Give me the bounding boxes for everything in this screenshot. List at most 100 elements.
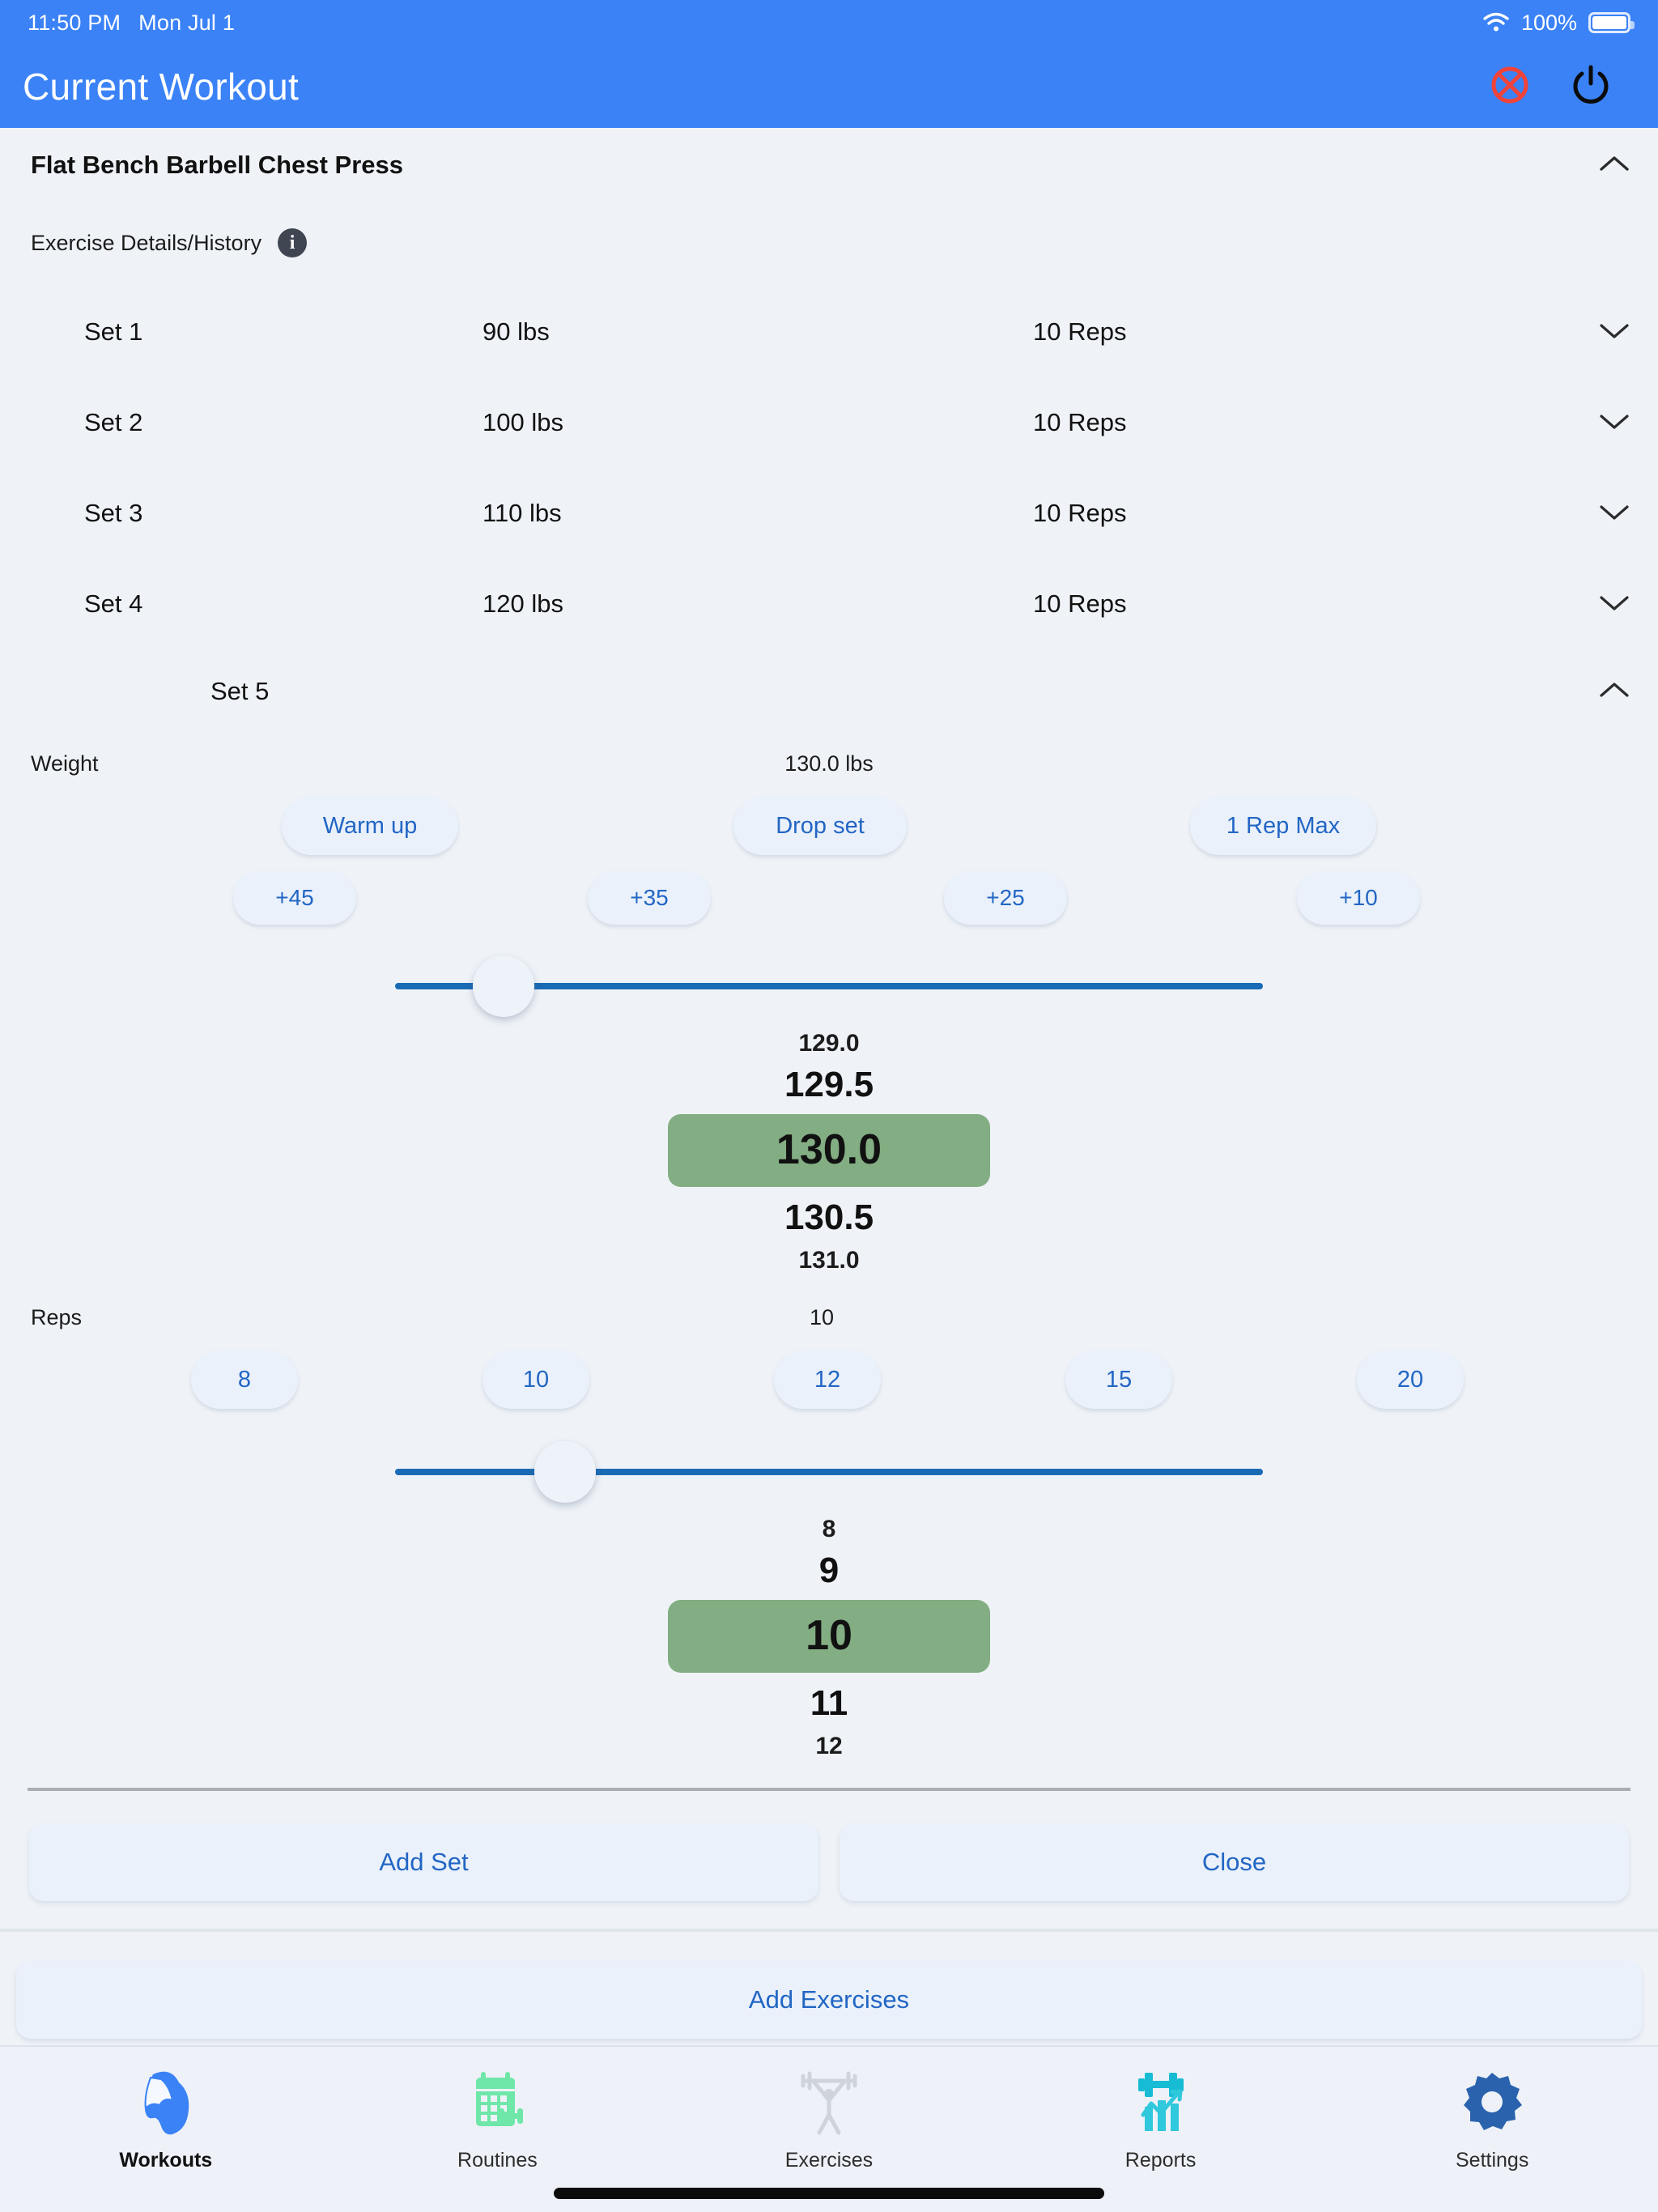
exercise-details-label: Exercise Details/History — [31, 230, 262, 255]
active-set-name: Set 5 — [210, 677, 270, 705]
cancel-circle-x-icon[interactable] — [1488, 63, 1532, 111]
tab-routines[interactable]: Routines — [332, 2065, 664, 2172]
reps-option-below-near[interactable]: 11 — [0, 1686, 1658, 1721]
set-weight: 110 lbs — [483, 499, 562, 527]
battery-icon — [1588, 12, 1635, 33]
tab-label: Reports — [1124, 2149, 1197, 2172]
increment-45-button[interactable]: +45 — [233, 871, 356, 925]
tab-label: Workouts — [119, 2149, 213, 2172]
reps-slider-thumb[interactable] — [534, 1441, 596, 1503]
weight-option-above-near[interactable]: 129.5 — [0, 1067, 1658, 1103]
tab-label: Exercises — [784, 2149, 874, 2172]
set-name: Set 4 — [84, 589, 143, 618]
exercise-details-history[interactable]: Exercise Details/History i — [0, 180, 1658, 257]
chevron-down-icon[interactable] — [1582, 592, 1630, 617]
muscle-arm-icon — [129, 2065, 203, 2139]
reps-picker[interactable]: 8 9 10 11 12 — [0, 1517, 1658, 1759]
battery-percent: 100% — [1520, 10, 1577, 35]
status-time: 11:50 PM — [28, 10, 121, 35]
tab-exercises[interactable]: Exercises — [663, 2065, 995, 2172]
set-actions: Add Set Close — [0, 1791, 1658, 1901]
page-title: Current Workout — [23, 66, 300, 108]
reps-20-button[interactable]: 20 — [1357, 1351, 1464, 1409]
exercise-header[interactable]: Flat Bench Barbell Chest Press — [0, 128, 1658, 180]
weight-picker[interactable]: 129.0 129.5 130.0 130.5 131.0 — [0, 1032, 1658, 1273]
table-row[interactable]: Set 3 110 lbs 10 Reps — [0, 468, 1658, 559]
reps-field-header: Reps 10 — [0, 1305, 1658, 1351]
nav-actions — [1488, 63, 1635, 111]
table-row[interactable]: Set 4 120 lbs 10 Reps — [0, 559, 1658, 649]
reps-15-button[interactable]: 15 — [1065, 1351, 1172, 1409]
add-exercises-button[interactable]: Add Exercises — [16, 1961, 1642, 2039]
set-weight: 100 lbs — [483, 408, 563, 436]
drop-set-button[interactable]: Drop set — [733, 797, 907, 855]
set-reps: 10 Reps — [1033, 499, 1127, 527]
calendar-dumbbell-icon — [460, 2065, 534, 2139]
reps-option-above-far[interactable]: 8 — [0, 1517, 1658, 1542]
one-rep-max-button[interactable]: 1 Rep Max — [1190, 797, 1376, 855]
reps-option-selected[interactable]: 10 — [668, 1600, 990, 1673]
status-bar: 11:50 PM Mon Jul 1 100% — [0, 0, 1658, 45]
weight-slider-thumb[interactable] — [473, 955, 534, 1017]
add-set-button[interactable]: Add Set — [29, 1823, 818, 1901]
chevron-down-icon[interactable] — [1582, 410, 1630, 436]
set-list: Set 1 90 lbs 10 Reps Set 2 100 lbs 10 Re… — [0, 287, 1658, 734]
table-row[interactable]: Set 1 90 lbs 10 Reps — [0, 287, 1658, 377]
weightlifter-icon — [792, 2065, 866, 2139]
chevron-up-icon[interactable] — [1598, 153, 1630, 178]
tab-label: Settings — [1456, 2149, 1529, 2172]
reps-8-button[interactable]: 8 — [191, 1351, 298, 1409]
weight-increment-buttons: +45 +35 +25 +10 — [0, 871, 1658, 942]
exercise-name: Flat Bench Barbell Chest Press — [31, 151, 403, 179]
reps-slider-track[interactable] — [395, 1469, 1263, 1475]
reps-option-below-far[interactable]: 12 — [0, 1734, 1658, 1759]
reps-value: 10 — [809, 1305, 835, 1329]
weight-value: 130.0 lbs — [784, 751, 874, 776]
close-button[interactable]: Close — [840, 1823, 1629, 1901]
power-icon[interactable] — [1569, 63, 1613, 111]
gear-icon — [1455, 2065, 1529, 2139]
tab-settings[interactable]: Settings — [1326, 2065, 1658, 2172]
chevron-up-icon[interactable] — [1582, 679, 1630, 704]
table-row[interactable]: Set 2 100 lbs 10 Reps — [0, 377, 1658, 468]
increment-35-button[interactable]: +35 — [588, 871, 711, 925]
tab-reports[interactable]: Reports — [995, 2065, 1327, 2172]
app-screen: 11:50 PM Mon Jul 1 100% Current Workout — [0, 0, 1658, 2212]
set-weight: 90 lbs — [483, 317, 550, 346]
status-date: Mon Jul 1 — [138, 10, 236, 35]
weight-option-below-far[interactable]: 131.0 — [0, 1249, 1658, 1273]
navigation-bar: Current Workout — [0, 45, 1658, 128]
home-indicator — [554, 2188, 1104, 2199]
reps-12-button[interactable]: 12 — [774, 1351, 881, 1409]
increment-10-button[interactable]: +10 — [1297, 871, 1420, 925]
active-set-row[interactable]: Set 5 — [0, 649, 1658, 734]
status-bar-left: 11:50 PM Mon Jul 1 — [28, 11, 235, 36]
weight-option-selected[interactable]: 130.0 — [668, 1114, 990, 1187]
tab-bar: Workouts Routines Exercises Reports Sett… — [0, 2045, 1658, 2212]
workout-content: Flat Bench Barbell Chest Press Exercise … — [0, 128, 1658, 2039]
set-name: Set 2 — [84, 408, 143, 436]
weight-slider[interactable] — [0, 942, 1658, 1032]
increment-25-button[interactable]: +25 — [944, 871, 1067, 925]
tab-workouts[interactable]: Workouts — [0, 2065, 332, 2172]
reps-option-above-near[interactable]: 9 — [0, 1553, 1658, 1589]
warm-up-button[interactable]: Warm up — [282, 797, 458, 855]
bar-chart-barbell-icon — [1124, 2065, 1198, 2139]
tab-label: Routines — [457, 2149, 538, 2172]
weight-option-above-far[interactable]: 129.0 — [0, 1032, 1658, 1056]
weight-option-below-near[interactable]: 130.5 — [0, 1200, 1658, 1236]
reps-slider[interactable] — [0, 1428, 1658, 1517]
weight-field-header: Weight 130.0 lbs — [0, 751, 1658, 797]
weight-preset-buttons: Warm up Drop set 1 Rep Max — [0, 797, 1658, 871]
info-icon[interactable]: i — [278, 228, 308, 257]
set-reps: 10 Reps — [1033, 317, 1127, 346]
reps-quick-buttons: 8 10 12 15 20 — [0, 1351, 1658, 1428]
status-bar-right: 100% — [1482, 10, 1635, 36]
set-name: Set 1 — [84, 317, 143, 346]
chevron-down-icon[interactable] — [1582, 501, 1630, 526]
set-reps: 10 Reps — [1033, 589, 1127, 618]
reps-10-button[interactable]: 10 — [483, 1351, 589, 1409]
add-exercises-container: Add Exercises — [0, 1932, 1658, 2039]
set-reps: 10 Reps — [1033, 408, 1127, 436]
chevron-down-icon[interactable] — [1582, 320, 1630, 345]
